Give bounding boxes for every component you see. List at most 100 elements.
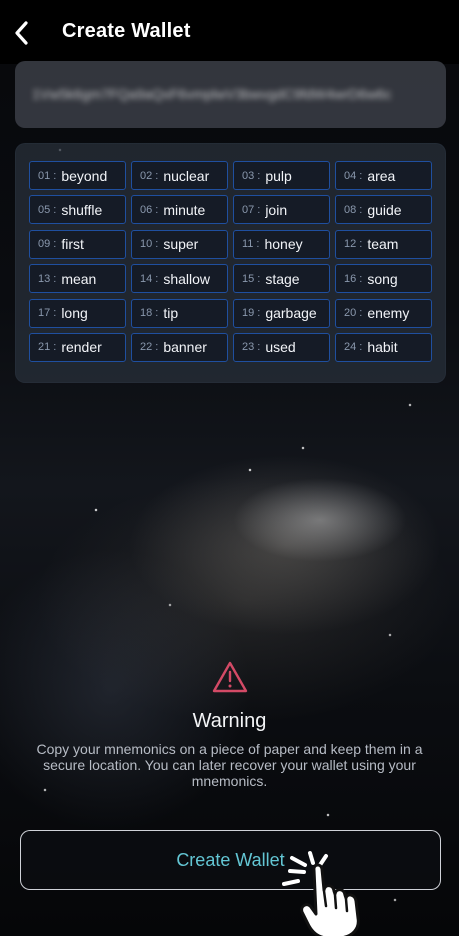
mnemonic-index: 17 <box>38 307 51 320</box>
mnemonic-word: song <box>367 270 398 287</box>
mnemonic-word-chip: 19: garbage <box>233 298 330 328</box>
mnemonic-word-chip: 10: super <box>131 229 228 259</box>
mnemonic-index: 23 <box>242 341 255 354</box>
mnemonic-index: 24 <box>344 341 357 354</box>
mnemonic-separator: : <box>155 341 159 354</box>
mnemonic-separator: : <box>155 169 159 182</box>
mnemonic-word-chip: 23: used <box>233 332 330 362</box>
mnemonic-word: stage <box>265 270 300 287</box>
mnemonic-index: 02 <box>140 169 153 182</box>
mnemonic-index: 06 <box>140 203 153 216</box>
mnemonic-word: mean <box>61 270 97 287</box>
mnemonic-word: pulp <box>265 167 292 184</box>
mnemonic-separator: : <box>155 272 159 285</box>
mnemonic-index: 07 <box>242 203 255 216</box>
masked-seed-text: 1Vw5k6gm7FQa9aQxF6vmplwV3bwvgdC9fdW4wrD6… <box>32 86 392 102</box>
mnemonic-separator: : <box>155 307 159 320</box>
mnemonic-word: render <box>61 339 102 356</box>
mnemonic-index: 12 <box>344 238 357 251</box>
mnemonic-separator: : <box>257 169 261 182</box>
mnemonic-word: garbage <box>265 305 317 322</box>
mnemonic-separator: : <box>359 169 363 182</box>
app-header: Create Wallet <box>0 0 459 64</box>
mnemonic-separator: : <box>53 272 57 285</box>
mnemonic-word-chip: 22: banner <box>131 332 228 362</box>
mnemonic-panel: 01: beyond 02: nuclear 03: pulp 04: area 05: shuf… <box>15 143 446 383</box>
mnemonic-word-chip: 20: enemy <box>335 298 432 328</box>
warning-message: Copy your mnemonics on a piece of paper … <box>36 741 423 789</box>
mnemonic-index: 18 <box>140 307 153 320</box>
mnemonic-word: tip <box>163 305 179 322</box>
mnemonic-separator: : <box>359 307 363 320</box>
mnemonic-word-chip: 05: shuffle <box>29 195 126 225</box>
mnemonic-separator: : <box>53 238 57 251</box>
mnemonic-separator: : <box>155 238 159 251</box>
mnemonic-word-chip: 11: honey <box>233 229 330 259</box>
mnemonic-separator: : <box>257 272 261 285</box>
warning-title: Warning <box>192 710 267 732</box>
mnemonic-index: 05 <box>38 203 51 216</box>
mnemonic-word: shuffle <box>61 201 103 218</box>
mnemonic-index: 03 <box>242 169 255 182</box>
mnemonic-word-chip: 16: song <box>335 264 432 294</box>
mnemonic-index: 08 <box>344 203 357 216</box>
mnemonic-separator: : <box>359 203 363 216</box>
mnemonic-word-chip: 17: long <box>29 298 126 328</box>
mnemonic-index: 04 <box>344 169 357 182</box>
mnemonic-word-chip: 03: pulp <box>233 161 330 190</box>
mnemonic-word: super <box>163 236 199 253</box>
mnemonic-word-chip: 08: guide <box>335 195 432 225</box>
mnemonic-word: team <box>367 236 399 253</box>
mnemonic-word: habit <box>367 339 398 356</box>
mnemonic-word: minute <box>163 201 206 218</box>
mnemonic-index: 13 <box>38 272 51 285</box>
warning-triangle-icon <box>212 661 247 693</box>
mnemonic-index: 16 <box>344 272 357 285</box>
mnemonic-index: 20 <box>344 307 357 320</box>
page-title: Create Wallet <box>62 20 191 42</box>
create-wallet-screen: Create Wallet 1Vw5k6gm7FQa9aQxF6vmplwV3b… <box>0 0 459 936</box>
mnemonic-separator: : <box>53 341 57 354</box>
mnemonic-separator: : <box>53 169 57 182</box>
mnemonic-separator: : <box>155 203 159 216</box>
create-wallet-button-label: Create Wallet <box>176 849 285 870</box>
mnemonic-word-chip: 12: team <box>335 229 432 259</box>
mnemonic-word: enemy <box>367 305 410 322</box>
mnemonic-word-chip: 01: beyond <box>29 161 126 190</box>
mnemonic-word: honey <box>264 236 303 253</box>
mnemonic-word: used <box>265 339 296 356</box>
mnemonic-separator: : <box>257 307 261 320</box>
mnemonic-word-chip: 21: render <box>29 332 126 362</box>
mnemonic-word-chip: 14: shallow <box>131 264 228 294</box>
mnemonic-separator: : <box>359 272 363 285</box>
mnemonic-word: nuclear <box>163 167 210 184</box>
mnemonic-index: 15 <box>242 272 255 285</box>
chevron-left-icon <box>15 21 28 45</box>
mnemonic-word: area <box>367 167 396 184</box>
mnemonic-word: banner <box>163 339 207 356</box>
mnemonic-grid: 01: beyond 02: nuclear 03: pulp 04: area 05: shuf… <box>29 161 432 362</box>
mnemonic-word: long <box>61 305 88 322</box>
mnemonic-word: join <box>265 201 288 218</box>
mnemonic-separator: : <box>257 203 261 216</box>
mnemonic-word-chip: 13: mean <box>29 264 126 294</box>
mnemonic-index: 10 <box>140 238 153 251</box>
mnemonic-separator: : <box>257 341 261 354</box>
warning-section: Warning Copy your mnemonics on a piece o… <box>0 660 459 789</box>
create-wallet-button[interactable]: Create Wallet <box>20 830 441 890</box>
mnemonic-index: 19 <box>242 307 255 320</box>
mnemonic-index: 14 <box>140 272 153 285</box>
mnemonic-separator: : <box>53 307 57 320</box>
mnemonic-word: first <box>61 236 84 253</box>
mnemonic-index: 09 <box>38 238 51 251</box>
mnemonic-word-chip: 24: habit <box>335 332 432 362</box>
mnemonic-word-chip: 02: nuclear <box>131 161 228 190</box>
mnemonic-word: shallow <box>163 270 211 287</box>
mnemonic-word-chip: 09: first <box>29 229 126 259</box>
back-button[interactable] <box>8 18 34 48</box>
mnemonic-index: 22 <box>140 341 153 354</box>
mnemonic-separator: : <box>359 238 363 251</box>
mnemonic-separator: : <box>256 238 260 251</box>
mnemonic-separator: : <box>53 203 57 216</box>
mnemonic-word-chip: 04: area <box>335 161 432 190</box>
